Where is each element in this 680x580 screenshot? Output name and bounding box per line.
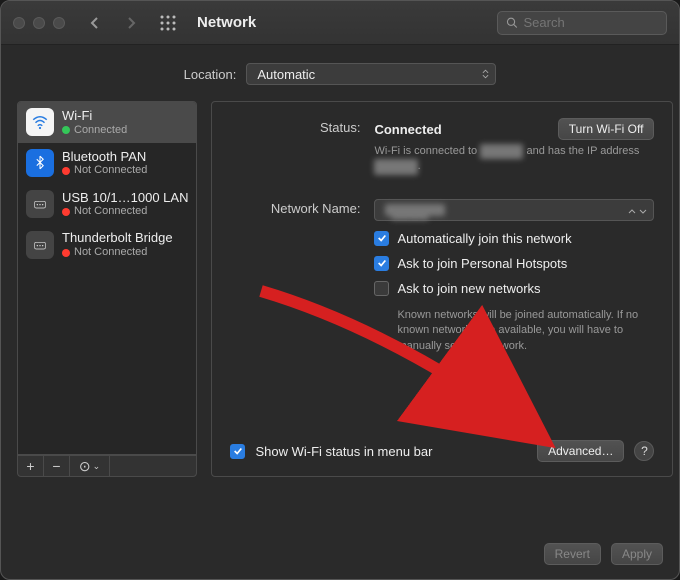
sidebar-item-status: Not Connected [74, 205, 147, 218]
sidebar-item-label: USB 10/1…1000 LAN [62, 190, 188, 206]
ask-hotspots-checkbox[interactable] [374, 256, 389, 271]
add-interface-button[interactable]: + [18, 456, 44, 476]
location-select[interactable]: Automatic [246, 63, 496, 85]
turn-wifi-off-button[interactable]: Turn Wi-Fi Off [558, 118, 655, 140]
wifi-icon [26, 108, 54, 136]
sidebar-item-status: Not Connected [74, 246, 147, 259]
grid-icon [159, 14, 177, 32]
sidebar-item-label: Bluetooth PAN [62, 149, 147, 165]
status-dot-icon [62, 126, 70, 134]
sidebar-item-bluetooth-pan[interactable]: Bluetooth PAN Not Connected [18, 143, 196, 184]
apply-button[interactable]: Apply [611, 543, 663, 565]
thunderbolt-icon [26, 231, 54, 259]
window-controls [13, 17, 65, 29]
network-name-select[interactable]: ████ [374, 199, 654, 221]
up-down-chevron-icon [628, 202, 648, 217]
chevron-left-icon [89, 17, 101, 29]
more-options-button[interactable]: ⊙⌄ [70, 456, 110, 476]
revert-button[interactable]: Revert [544, 543, 601, 565]
help-button[interactable]: ? [634, 441, 654, 461]
network-preferences-window: Network Location: Automatic [0, 0, 680, 580]
check-icon [377, 258, 387, 268]
location-value: Automatic [257, 67, 315, 82]
ask-new-networks-subtext: Known networks will be joined automatica… [397, 308, 654, 354]
location-row: Location: Automatic [1, 45, 679, 101]
sidebar-item-status: Connected [74, 124, 127, 137]
show-status-label: Show Wi-Fi status in menu bar [255, 444, 432, 459]
location-label: Location: [184, 67, 237, 82]
ask-new-networks-label: Ask to join new networks [397, 281, 540, 296]
status-value: Connected [374, 122, 441, 137]
status-subtext: Wi-Fi is connected to ████ and has the I… [374, 144, 654, 175]
sidebar-item-usb-lan[interactable]: USB 10/1…1000 LAN Not Connected [18, 184, 196, 225]
status-dot-icon [62, 208, 70, 216]
close-window-button[interactable] [13, 17, 25, 29]
chevron-right-icon [125, 17, 137, 29]
ask-hotspots-label: Ask to join Personal Hotspots [397, 256, 567, 271]
check-icon [233, 446, 243, 456]
sidebar-item-wifi[interactable]: Wi-Fi Connected [18, 102, 196, 143]
redacted-ip: ████ [374, 159, 417, 174]
ethernet-icon [26, 190, 54, 218]
back-button[interactable] [81, 12, 109, 34]
show-all-button[interactable] [159, 14, 177, 32]
search-icon [506, 16, 518, 29]
minimize-window-button[interactable] [33, 17, 45, 29]
network-name-label: Network Name: [230, 199, 360, 221]
sidebar-item-thunderbolt-bridge[interactable]: Thunderbolt Bridge Not Connected [18, 224, 196, 265]
ask-new-networks-checkbox[interactable] [374, 281, 389, 296]
advanced-button[interactable]: Advanced… [537, 440, 624, 462]
interface-list: Wi-Fi Connected Bluetooth PAN Not Connec… [17, 101, 197, 455]
status-dot-icon [62, 167, 70, 175]
bluetooth-icon [26, 149, 54, 177]
status-label: Status: [230, 118, 360, 175]
search-field[interactable] [497, 11, 667, 35]
window-title: Network [197, 14, 256, 31]
up-down-chevron-icon [482, 69, 489, 79]
redacted-network-name: ████ [385, 204, 445, 216]
sidebar-item-status: Not Connected [74, 164, 147, 177]
auto-join-label: Automatically join this network [397, 231, 571, 246]
search-input[interactable] [524, 15, 659, 30]
sidebar-item-label: Thunderbolt Bridge [62, 230, 173, 246]
detail-pane: Status: Connected Turn Wi-Fi Off Wi-Fi i… [211, 101, 673, 477]
show-status-checkbox[interactable] [230, 444, 245, 459]
remove-interface-button[interactable]: − [44, 456, 70, 476]
status-dot-icon [62, 249, 70, 257]
chevron-down-icon: ⌄ [93, 461, 101, 472]
redacted-ssid: ████ [480, 144, 523, 159]
forward-button[interactable] [117, 12, 145, 34]
sidebar-footer: + − ⊙⌄ [17, 455, 197, 477]
zoom-window-button[interactable] [53, 17, 65, 29]
titlebar: Network [1, 1, 679, 45]
check-icon [377, 233, 387, 243]
sidebar-item-label: Wi-Fi [62, 108, 127, 124]
gear-dropdown-icon: ⊙ [79, 458, 91, 475]
auto-join-checkbox[interactable] [374, 231, 389, 246]
